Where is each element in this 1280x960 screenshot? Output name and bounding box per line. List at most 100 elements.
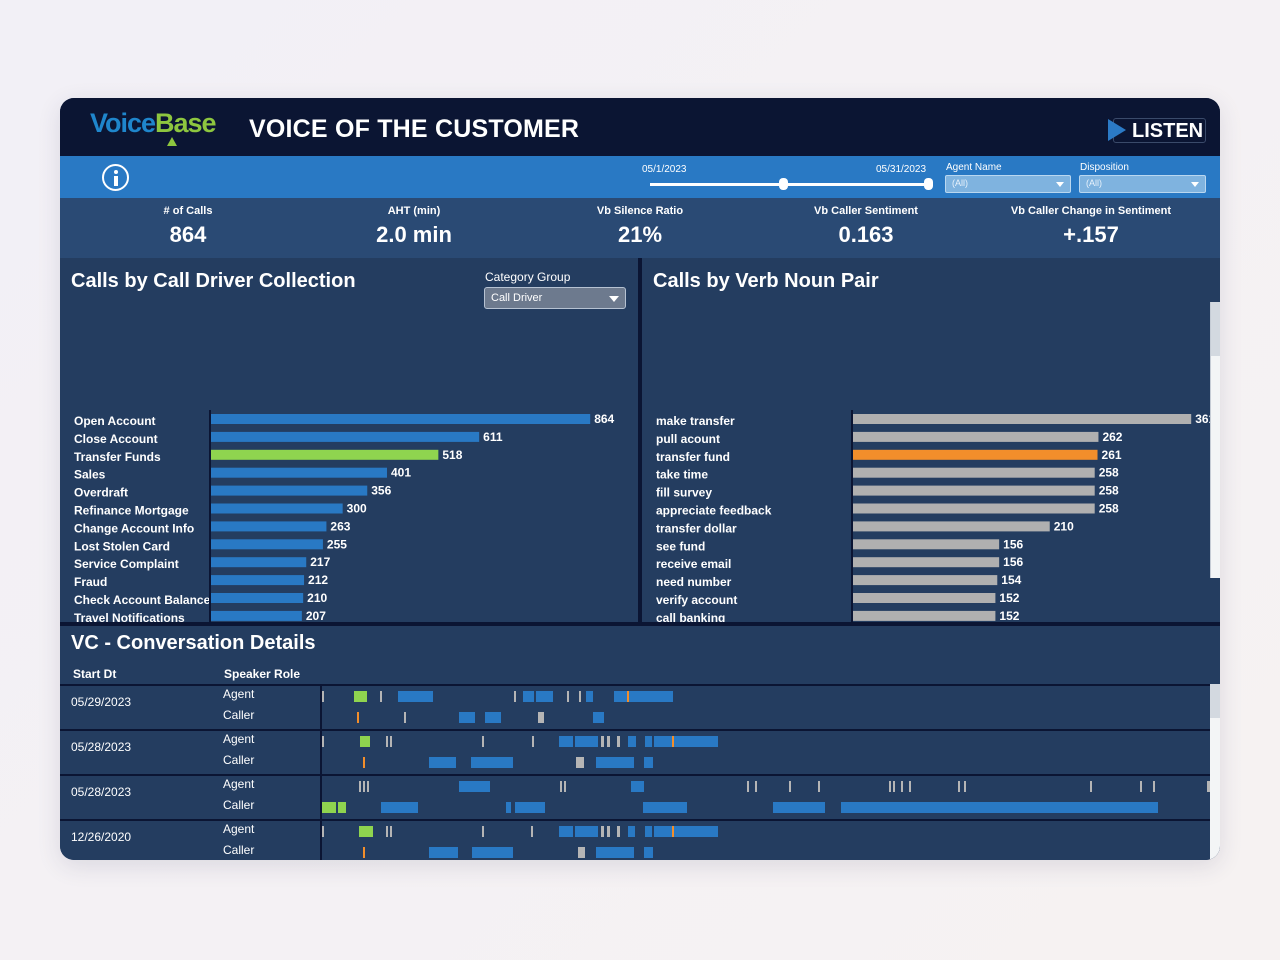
date-range-slider-start-handle[interactable] — [779, 178, 789, 190]
category-label: pull acount — [656, 432, 720, 446]
bar — [853, 503, 1095, 514]
bar — [853, 521, 1050, 532]
category-label: Open Account — [74, 414, 156, 428]
date-range-slider-end-handle[interactable] — [924, 178, 933, 190]
disposition-value: (All) — [1086, 178, 1102, 188]
agent-segment — [386, 736, 388, 747]
agent-segment — [359, 826, 373, 837]
verb-noun-scrollbar[interactable] — [1210, 302, 1220, 578]
agent-segment — [586, 691, 593, 702]
scrollbar-thumb[interactable] — [1210, 684, 1220, 718]
agent-segment — [893, 781, 895, 792]
category-label: see fund — [656, 539, 705, 553]
bar-value-label: 356 — [371, 484, 391, 498]
caller-segment — [459, 712, 475, 723]
category-label: need number — [656, 575, 732, 589]
caller-segment — [506, 802, 511, 813]
date-range-slider-track[interactable] — [650, 183, 928, 186]
caller-segment — [472, 847, 513, 858]
filter-bar: 05/1/2023 05/31/2023 Agent Name (All) Di… — [60, 156, 1220, 198]
agent-segment — [322, 691, 324, 702]
bar-value-label: 217 — [310, 555, 330, 569]
agent-segment — [482, 736, 484, 747]
caller-segment — [578, 847, 585, 858]
bar — [211, 610, 302, 621]
agent-segment — [359, 781, 361, 792]
bar-value-label: 300 — [347, 502, 367, 516]
agent-segment — [628, 736, 636, 747]
kpi-label: Vb Caller Sentiment — [814, 205, 918, 217]
logo-text-base: Base — [155, 108, 217, 138]
bar — [211, 503, 343, 514]
column-header-start-dt: Start Dt — [73, 667, 117, 681]
conversation-details-panel: VC - Conversation Details Start Dt Speak… — [60, 626, 1220, 860]
bar — [853, 557, 1000, 568]
agent-segment — [901, 781, 903, 792]
category-label: transfer dollar — [656, 521, 737, 535]
agent-segment — [607, 826, 610, 837]
agent-segment — [1090, 781, 1092, 792]
bar — [211, 521, 327, 532]
caller-segment — [576, 757, 584, 768]
agent-segment — [674, 736, 718, 747]
agent-name-value: (All) — [952, 178, 968, 188]
scrollbar-thumb[interactable] — [1211, 302, 1220, 356]
verb-noun-panel: Calls by Verb Noun Pair make transfer 361… — [642, 258, 1220, 622]
kpi-label: Vb Caller Change in Sentiment — [1010, 205, 1172, 217]
category-label: call banking — [656, 611, 725, 622]
bar — [853, 414, 1192, 424]
category-label: Service Complaint — [74, 557, 179, 571]
agent-segment — [575, 736, 598, 747]
agent-segment — [672, 826, 674, 837]
agent-segment — [617, 826, 620, 837]
agent-segment — [964, 781, 966, 792]
kpi-value: 21% — [617, 222, 663, 247]
agent-segment — [629, 691, 673, 702]
agent-segment — [354, 691, 367, 702]
category-label: Change Account Info — [74, 521, 194, 535]
caller-segment — [429, 757, 456, 768]
disposition-dropdown[interactable]: (All) — [1079, 175, 1206, 193]
date-range-start: 05/1/2023 — [642, 164, 687, 175]
bar-value-label: 401 — [391, 466, 411, 480]
bar-value-label: 263 — [330, 519, 350, 533]
agent-segment — [747, 781, 749, 792]
category-label: Fraud — [74, 575, 107, 589]
timeline-axis-line — [320, 684, 322, 860]
agent-segment — [645, 826, 652, 837]
agent-segment — [559, 736, 573, 747]
kpi-label: Vb Silence Ratio — [596, 205, 684, 217]
kpi-value: 2.0 min — [376, 222, 452, 247]
conversation-scrollbar[interactable] — [1210, 684, 1220, 860]
caller-segment — [515, 802, 545, 813]
caller-segment — [596, 757, 634, 768]
kpi-strip: # of Calls 864 AHT (min) 2.0 min Vb Sile… — [60, 198, 1220, 258]
agent-segment — [536, 691, 553, 702]
bar-value-label: 258 — [1099, 502, 1119, 516]
agent-segment — [398, 691, 433, 702]
listen-button[interactable]: LISTEN — [1108, 118, 1206, 144]
kpi-value: 864 — [169, 222, 207, 247]
agent-name-dropdown[interactable]: (All) — [945, 175, 1071, 193]
agent-segment — [617, 736, 620, 747]
bar-value-label: 210 — [1054, 519, 1074, 533]
caller-segment — [381, 802, 418, 813]
category-label: appreciate feedback — [656, 504, 772, 518]
agent-segment — [654, 736, 672, 747]
info-icon[interactable] — [102, 164, 129, 191]
bar-value-label: 262 — [1102, 430, 1122, 444]
caller-segment — [841, 802, 1158, 813]
agent-segment — [390, 826, 392, 837]
bar — [853, 539, 1000, 550]
date-range-end: 05/31/2023 — [876, 164, 927, 175]
agent-segment — [567, 691, 569, 702]
bar — [211, 557, 307, 568]
bar — [211, 467, 387, 478]
bar — [211, 449, 439, 460]
listen-button-label: LISTEN — [1132, 120, 1204, 142]
agent-segment — [367, 781, 369, 792]
kpi-value: +.157 — [1063, 222, 1119, 247]
agent-segment — [1140, 781, 1142, 792]
bar — [211, 539, 323, 550]
agent-segment — [909, 781, 911, 792]
